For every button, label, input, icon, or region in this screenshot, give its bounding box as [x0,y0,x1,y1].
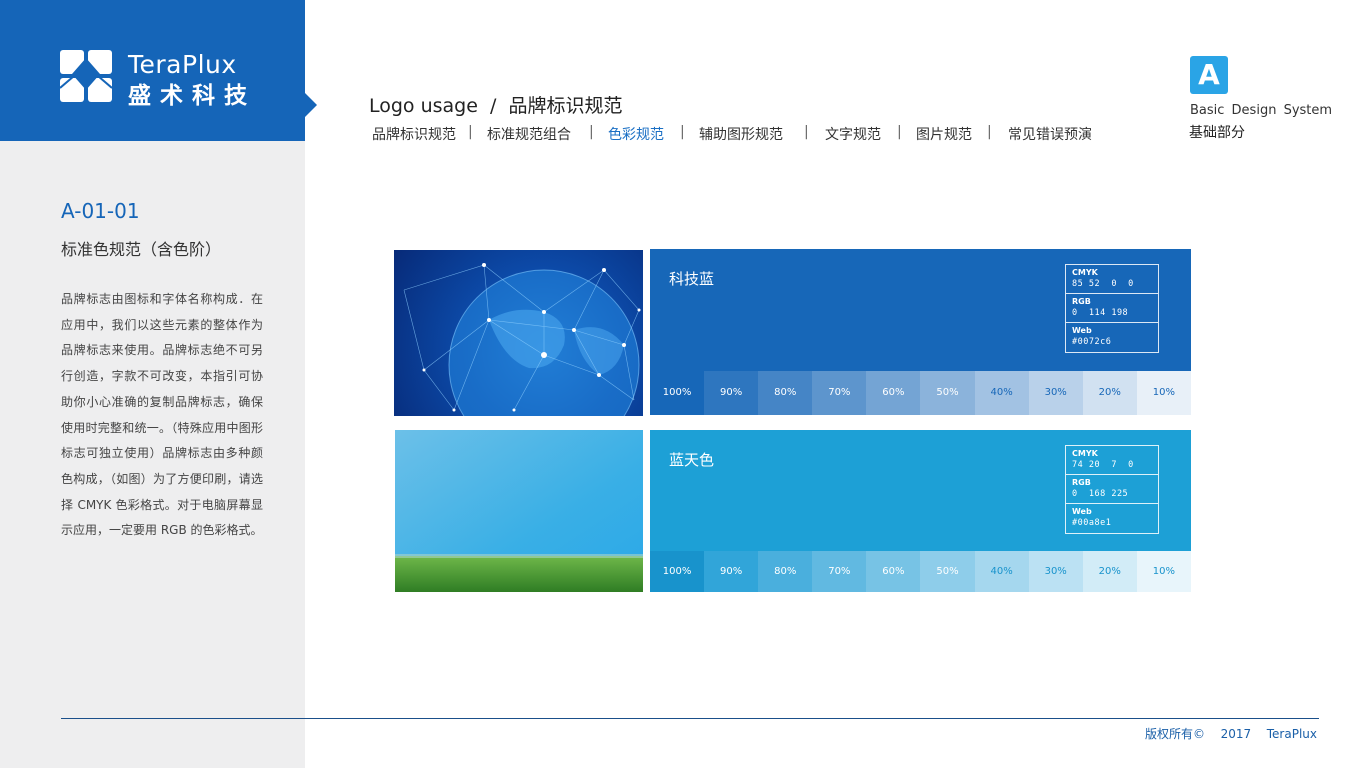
system-title-cn: 基础部分 [1189,125,1245,141]
tint-swatch: 100% [650,551,705,592]
web-value: #0072c6 [1072,337,1112,347]
brand-name-en: TeraPlux [128,50,237,79]
brand-arrow-icon [305,93,317,117]
logo-icon [60,50,112,102]
tint-swatch: 70% [812,551,867,592]
tint-swatch: 50% [920,551,975,592]
color-name: 科技蓝 [669,270,715,288]
web-label: Web [1072,507,1092,516]
footer-divider [61,718,1319,719]
system-title-en: Basic Design System [1190,103,1333,118]
cmyk-value: 74 20 7 0 [1072,460,1134,470]
color-spec-box: CMYK 85 52 0 0 RGB 0 114 198 Web #0072c6 [1065,264,1159,353]
rgb-row: RGB 0 114 198 [1066,294,1158,323]
cmyk-row: CMYK 74 20 7 0 [1066,446,1158,475]
web-row: Web #00a8e1 [1066,504,1158,533]
rgb-row: RGB 0 168 225 [1066,475,1158,504]
section-badge: A [1190,56,1228,94]
tint-scale: 100% 90% 80% 70% 60% 50% 40% 30% 20% 10% [650,551,1191,592]
section-subtitle: 标准色规范（含色阶） [61,240,222,259]
web-label: Web [1072,326,1092,335]
tint-swatch: 100% [650,371,705,415]
nav-separator: | [589,124,594,140]
copyright: 版权所有© 2017 TeraPlux [1144,727,1317,741]
tint-swatch: 80% [758,551,813,592]
color-spec-box: CMYK 74 20 7 0 RGB 0 168 225 Web #00a8e1 [1065,445,1159,534]
tint-scale: 100% 90% 80% 70% 60% 50% 40% 30% 20% 10% [650,371,1191,415]
nav-item-typography[interactable]: 文字规范 [825,124,881,144]
color-panel-tech-blue: 科技蓝 CMYK 85 52 0 0 RGB 0 114 198 Web #00… [650,249,1191,415]
page-title: Logo usage / 品牌标识规范 [369,95,623,117]
tint-swatch: 50% [920,371,975,415]
nav-item-standard-combination[interactable]: 标准规范组合 [487,124,571,144]
nav-item-color-standard[interactable]: 色彩规范 [608,124,664,144]
nav-separator: | [897,124,902,140]
tint-swatch: 10% [1136,551,1191,592]
brand-header: TeraPlux 盛术科技 [0,0,305,141]
nav-item-image-standard[interactable]: 图片规范 [916,124,972,144]
nav-separator: | [680,124,685,140]
tint-swatch: 40% [974,371,1029,415]
color-panel-sky-blue: 蓝天色 CMYK 74 20 7 0 RGB 0 168 225 Web #00… [650,430,1191,592]
nav-separator: | [468,124,473,140]
rgb-label: RGB [1072,478,1091,487]
section-description: 品牌标志由图标和字体名称构成．在应用中，我们以这些元素的整体作为品牌标志来使用。… [61,292,263,538]
tint-swatch: 30% [1028,551,1083,592]
nav-item-logo-standard[interactable]: 品牌标识规范 [372,124,456,144]
tint-swatch: 30% [1028,371,1083,415]
tint-swatch: 90% [704,371,759,415]
web-row: Web #0072c6 [1066,323,1158,352]
tint-swatch: 80% [758,371,813,415]
nav-item-auxiliary-graphics[interactable]: 辅助图形规范 [699,124,783,144]
web-value: #00a8e1 [1072,518,1112,528]
nav-separator: | [804,124,809,140]
rgb-label: RGB [1072,297,1091,306]
sky-grass-image [395,430,643,592]
globe-image [394,250,643,416]
rgb-value: 0 168 225 [1072,489,1129,499]
tint-swatch: 40% [974,551,1029,592]
tint-swatch: 10% [1136,371,1191,415]
nav-separator: | [987,124,992,140]
cmyk-row: CMYK 85 52 0 0 [1066,265,1158,294]
cmyk-value: 85 52 0 0 [1072,279,1134,289]
tint-swatch: 60% [866,371,921,415]
section-code: A-01-01 [61,199,140,223]
tint-swatch: 70% [812,371,867,415]
tint-swatch: 60% [866,551,921,592]
cmyk-label: CMYK [1072,449,1098,458]
nav-item-common-errors[interactable]: 常见错误预演 [1008,124,1092,144]
rgb-value: 0 114 198 [1072,308,1129,318]
brand-name-cn: 盛术科技 [128,83,256,109]
cmyk-label: CMYK [1072,268,1098,277]
color-name: 蓝天色 [669,451,715,469]
tint-swatch: 20% [1082,551,1137,592]
tint-swatch: 20% [1082,371,1137,415]
tint-swatch: 90% [704,551,759,592]
